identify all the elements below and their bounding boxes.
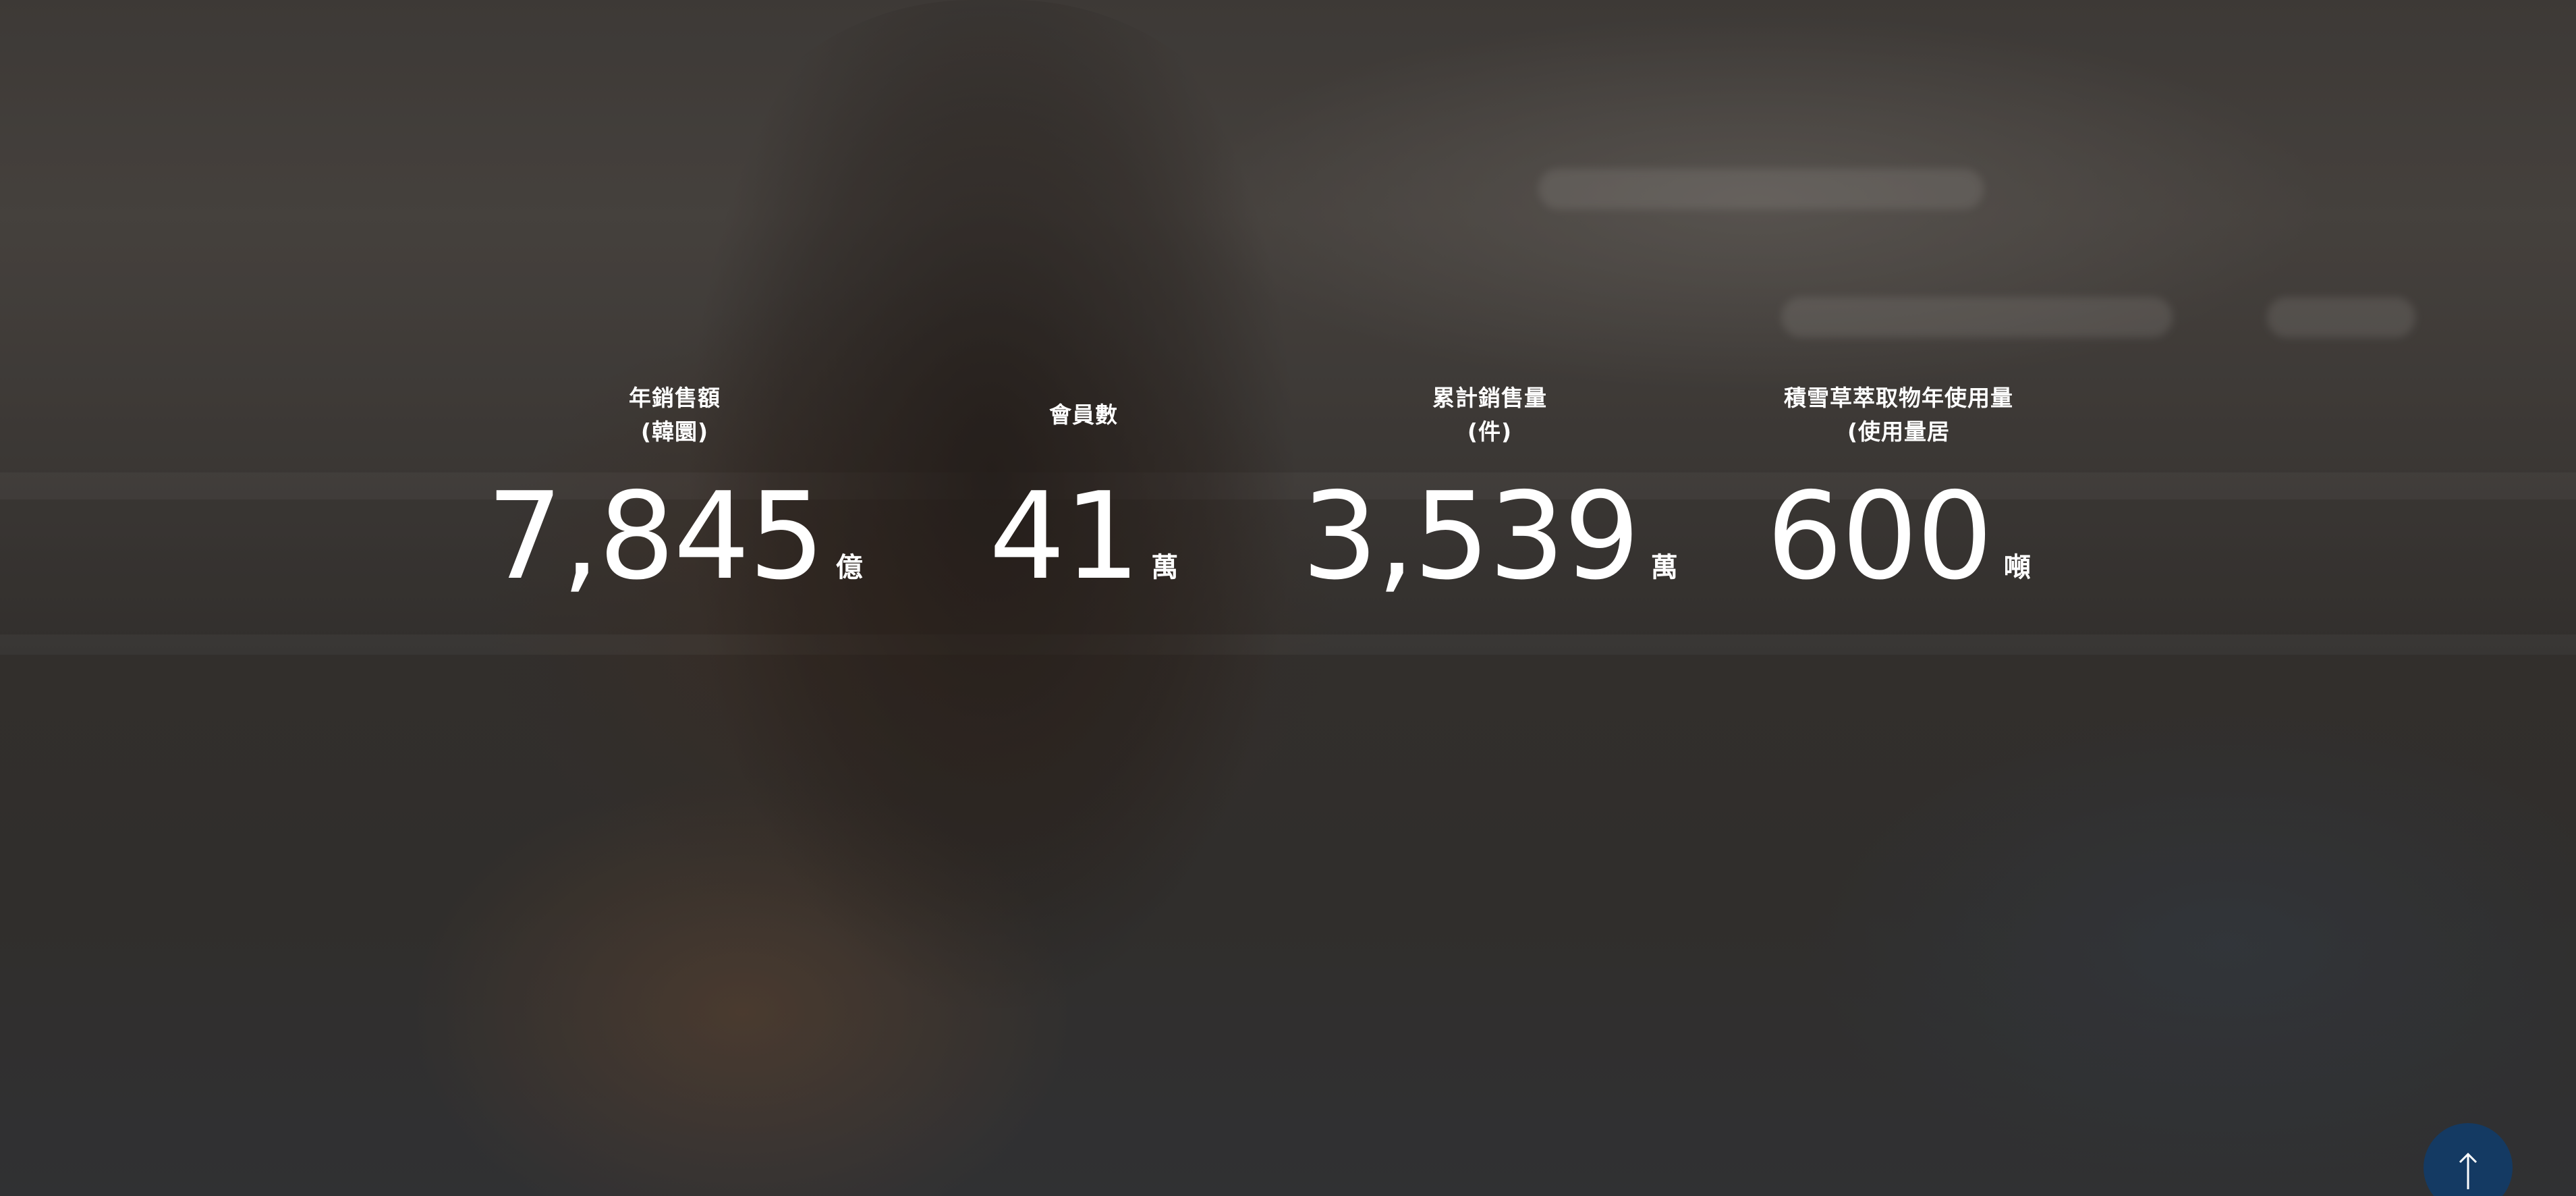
stat-label-line2: (韓圜) [640,418,709,445]
stat-number: 600 [1766,466,1993,606]
stat-number: 7,845 [486,466,825,606]
stat-label-line1: 會員數 [1049,402,1118,428]
stat-label-line1: 累計銷售量 [1432,385,1547,411]
stat-unit: 噸 [2003,552,2031,583]
stat-label-line1: 積雪草萃取物年使用量 [1784,385,2013,411]
stat-number: 3,539 [1301,466,1640,606]
stat-label-line2: (使用量居 [1847,418,1951,445]
arrow-up-icon [2455,1123,2482,1193]
stat-number: 41 [988,466,1140,606]
stat-label-line2: (件) [1467,418,1513,445]
stat-value-row: 600 噸 [1642,466,2155,606]
stats-section: 年銷售額 (韓圜) 7,845 億 會員數 41 萬 累計銷售量 (件) 3,5… [0,0,2576,1196]
stat-unit: 萬 [1151,552,1179,583]
stat-centella-usage: 積雪草萃取物年使用量 (使用量居 600 噸 [1642,378,2155,606]
stat-label-line1: 年銷售額 [629,385,721,411]
stat-label: 積雪草萃取物年使用量 (使用量居 [1642,378,2155,452]
